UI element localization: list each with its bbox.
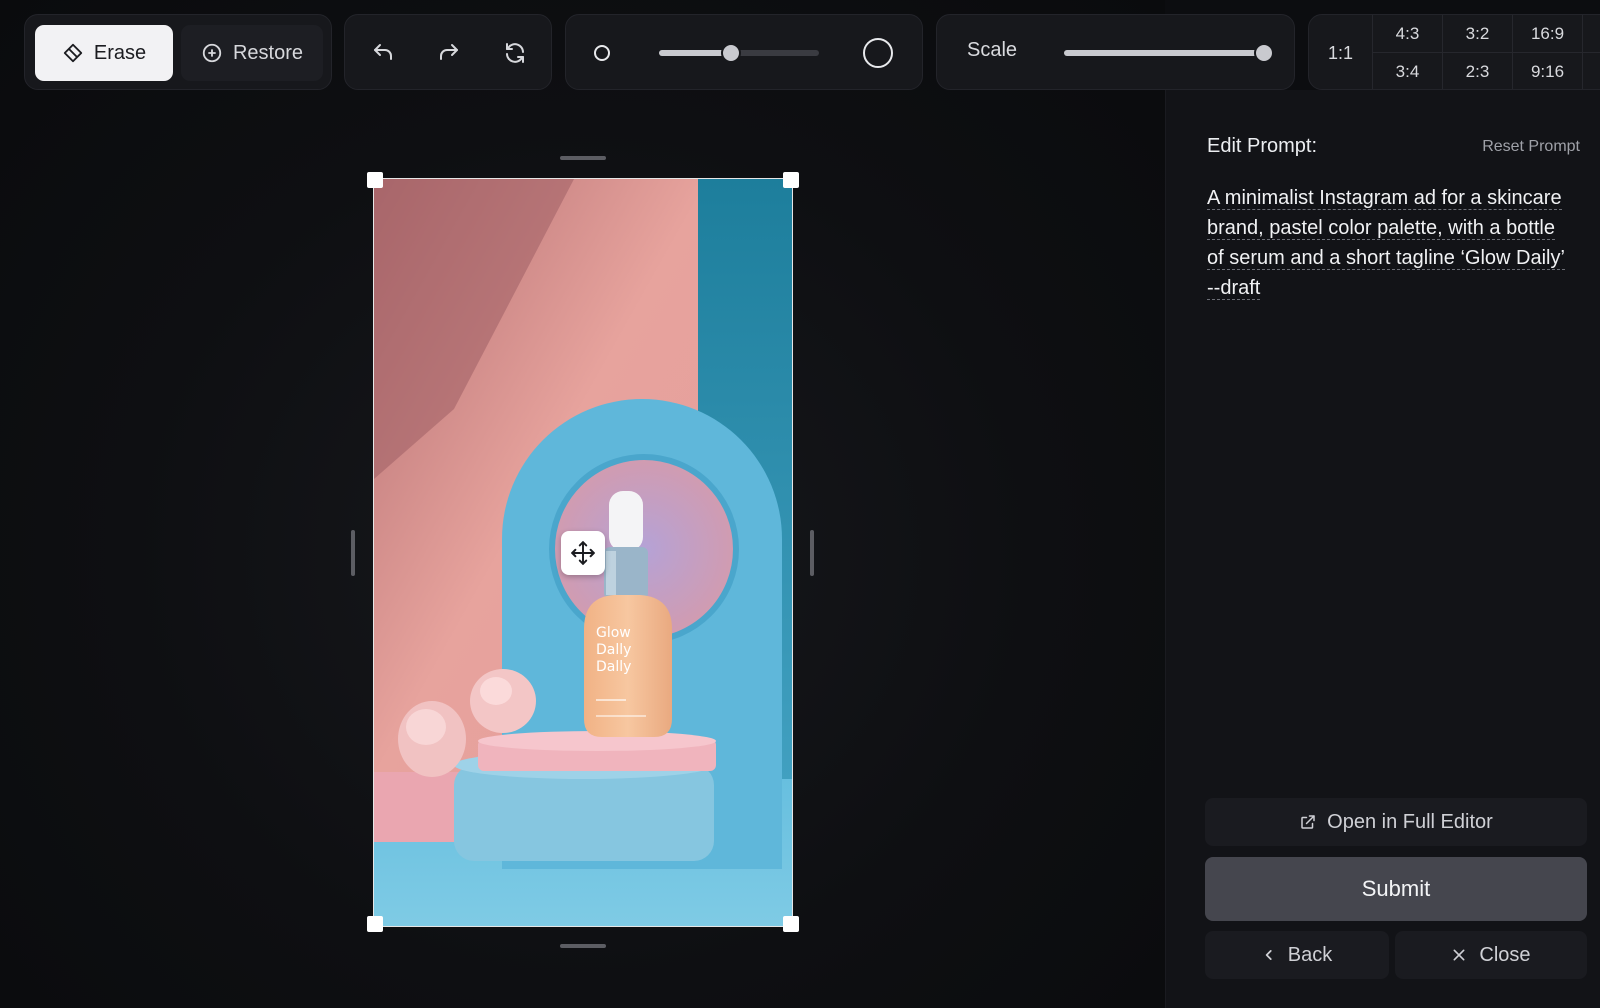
mode-toolbar: Erase Restore	[24, 14, 332, 90]
erase-label: Erase	[93, 41, 147, 64]
ratio-1-1[interactable]: 1:1	[1309, 15, 1373, 89]
brush-size-slider[interactable]	[659, 43, 819, 63]
scale-thumb[interactable]	[1254, 43, 1274, 63]
eraser-icon	[63, 43, 83, 63]
plus-circle-icon	[202, 43, 222, 63]
brush-size-toolbar	[565, 14, 923, 90]
corner-handle-top-left[interactable]	[367, 172, 383, 188]
ratio-option[interactable]: 16:9	[1513, 15, 1583, 53]
restore-button[interactable]: Restore	[181, 25, 323, 81]
prompt-line: of serum and a short tagline ‘Glow Daily…	[1207, 247, 1565, 270]
prompt-line: --draft	[1207, 277, 1261, 300]
redo-icon	[440, 44, 458, 60]
reset-button[interactable]	[495, 33, 535, 73]
close-label: Close	[1479, 943, 1531, 966]
ratio-option[interactable]: 3:2	[1443, 15, 1513, 53]
open-full-editor-label: Open in Full Editor	[1327, 810, 1493, 833]
refresh-icon	[506, 43, 524, 63]
small-circle-icon	[594, 45, 610, 61]
corner-handle-bottom-left[interactable]	[367, 916, 383, 932]
ratio-option[interactable]: 2:3	[1443, 53, 1513, 89]
scale-slider[interactable]	[1064, 43, 1274, 63]
redo-button[interactable]	[429, 33, 469, 73]
large-circle-icon	[863, 38, 893, 68]
bottom-resize-handle[interactable]	[560, 944, 606, 948]
scale-label: Scale	[967, 39, 1018, 61]
corner-handle-bottom-right[interactable]	[783, 916, 799, 932]
left-resize-handle[interactable]	[351, 530, 355, 576]
close-button[interactable]: Close	[1395, 931, 1587, 979]
restore-label: Restore	[232, 41, 304, 64]
open-full-editor-button[interactable]: Open in Full Editor	[1205, 798, 1587, 846]
prompt-line: A minimalist Instagram ad for a skincare	[1207, 187, 1562, 210]
bottle-label-line-2: Dally	[596, 642, 631, 658]
scale-toolbar: Scale	[936, 14, 1295, 90]
submit-button[interactable]: Submit	[1205, 857, 1587, 921]
top-resize-handle[interactable]	[560, 156, 606, 160]
close-icon	[1453, 949, 1465, 961]
undo-button[interactable]	[363, 33, 403, 73]
edit-prompt-title: Edit Prompt:	[1207, 135, 1318, 157]
prompt-textarea[interactable]: A minimalist Instagram ad for a skincare…	[1207, 183, 1587, 303]
move-handle[interactable]	[561, 531, 605, 575]
right-resize-handle[interactable]	[810, 530, 814, 576]
brush-size-thumb[interactable]	[721, 43, 741, 63]
chevron-left-icon	[1265, 950, 1272, 960]
external-link-icon	[1301, 815, 1315, 829]
back-label: Back	[1287, 943, 1333, 966]
ratio-option[interactable]: 4:3	[1373, 15, 1443, 53]
undo-icon	[374, 44, 392, 60]
scale-fill	[1064, 50, 1264, 56]
ratio-option[interactable]: 3:4	[1373, 53, 1443, 89]
reset-prompt-link[interactable]: Reset Prompt	[1482, 138, 1580, 156]
ratio-option-overflow[interactable]	[1583, 15, 1600, 53]
prompt-line: brand, pastel color palette, with a bott…	[1207, 217, 1555, 240]
ratio-option[interactable]: 9:16	[1513, 53, 1583, 89]
back-button[interactable]: Back	[1205, 931, 1389, 979]
bottle-label-line-1: Glow	[596, 625, 631, 641]
history-toolbar	[344, 14, 552, 90]
move-arrows-icon	[571, 541, 595, 565]
corner-handle-top-right[interactable]	[783, 172, 799, 188]
bottle-label-line-3: Dally	[596, 659, 631, 675]
aspect-ratio-toolbar: 1:1 4:3 3:2 16:9 3:4 2:3 9:16	[1308, 14, 1600, 90]
ratio-option-overflow[interactable]	[1583, 53, 1600, 89]
erase-button[interactable]: Erase	[35, 25, 173, 81]
